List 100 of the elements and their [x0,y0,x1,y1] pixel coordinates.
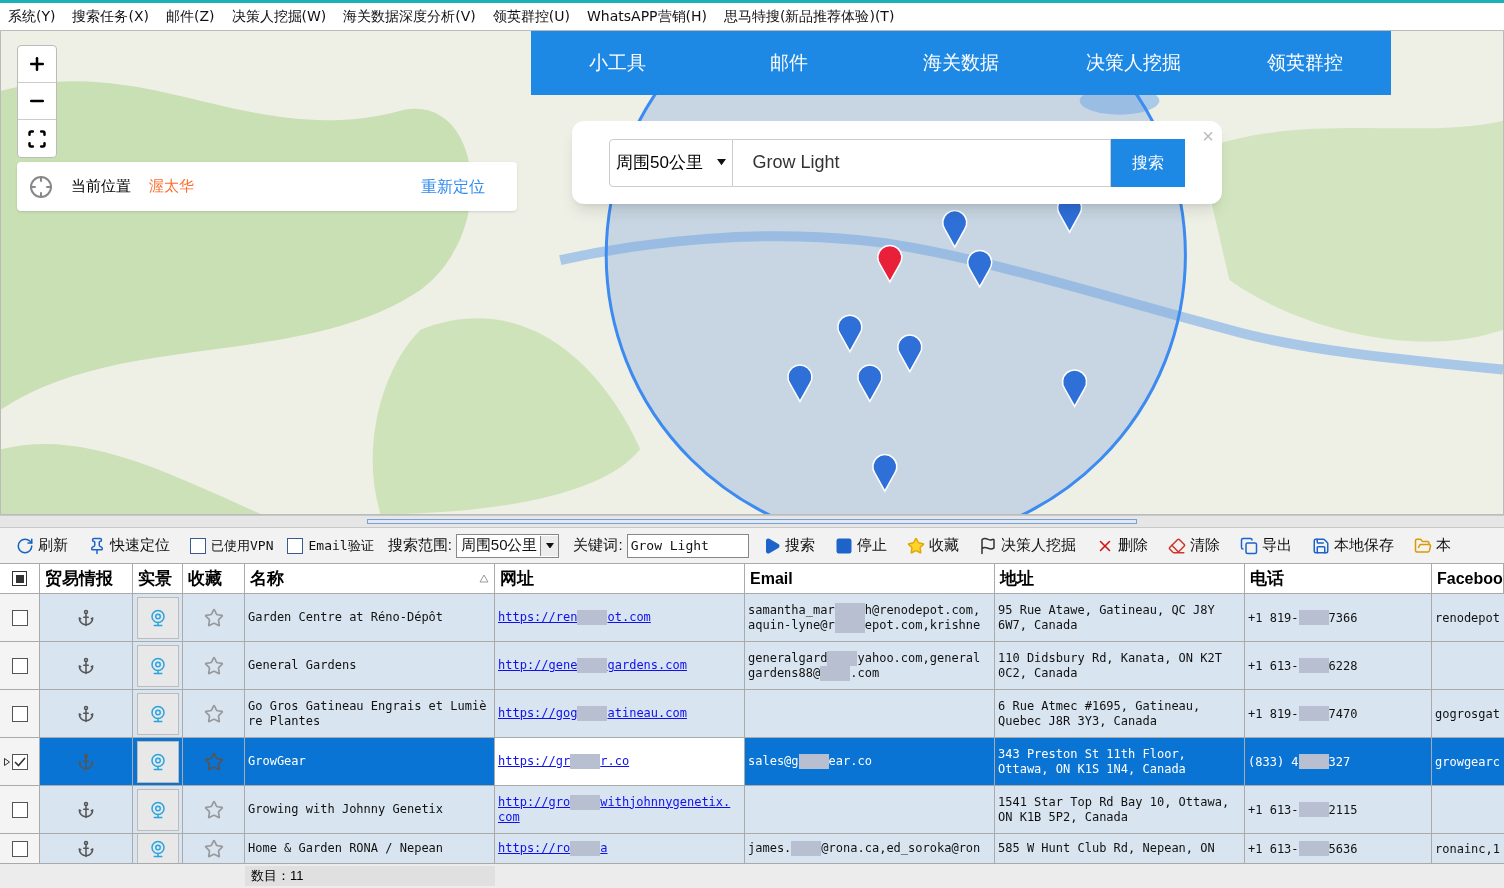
toolbar-button[interactable]: 搜索 [762,534,815,557]
row-pointer-icon [4,757,10,766]
blur-patch [827,650,858,666]
toolbar-button[interactable]: 导出 [1239,534,1292,557]
nav-tab[interactable]: 海关数据 [875,31,1047,95]
website-link[interactable]: a [600,841,608,855]
row-checkbox[interactable] [11,801,28,818]
webcam-button[interactable] [136,596,179,639]
webcam-button[interactable] [136,740,179,783]
website-link[interactable]: https://gr [498,754,571,768]
website-link[interactable]: withjohnnygenetix. [600,794,731,809]
blur-patch [1298,754,1329,769]
blur-patch [577,610,608,625]
table-row[interactable]: Growing with Johnny Genetix http://gro withjohnnygenetix. com 1541 Star Top Rd Bay 10, Ottawa, ON K1B 5P2, Canada +1 613- 2115 [0,786,1504,834]
webcam-icon [148,839,167,858]
toolbar-button[interactable]: 清除 [1167,534,1220,557]
address-text: 343 Preston St 11th Floor, Ottawa, ON K1S 1N4, Canada [998,746,1187,777]
company-name: Home & Garden RONA / Nepean [248,841,444,856]
table-row[interactable]: General Gardens http://gene gardens.com generalgard yahoo.com,general gardens88@ .com 110 Didsbury Rd, Kanata, ON K2T 0C2, Canada +1 613- 6228 [0,642,1504,690]
menu-item[interactable]: 搜索任务(X) [72,6,149,27]
anchor-icon[interactable] [77,704,95,723]
column-header[interactable]: 贸易情报 [45,565,113,592]
website-link[interactable]: r.co [600,754,630,768]
star-icon [906,536,925,555]
row-checkbox[interactable] [11,609,28,626]
toolbar-button[interactable]: 停止 [834,534,887,557]
menu-item[interactable]: WhatsAPP营销(H) [587,6,707,27]
website-link[interactable]: com [498,809,520,824]
splitter-handle[interactable] [367,519,1137,524]
row-checkbox[interactable] [11,753,28,770]
website-link[interactable]: https://gog [498,706,578,720]
toolbar-button[interactable]: 本地保存 [1311,534,1394,557]
pin-icon [88,536,106,555]
toolbar-button[interactable]: 删除 [1095,534,1148,557]
sort-icon[interactable] [479,574,489,583]
webcam-button[interactable] [136,834,179,863]
menu-item[interactable]: 海关数据深度分析(V) [343,6,476,27]
column-header[interactable]: 实景 [138,565,172,592]
menu-item[interactable]: 邮件(Z) [166,6,215,27]
toolbar-button[interactable]: 刷新 [16,534,68,557]
webcam-button[interactable] [136,788,179,831]
star-icon[interactable] [203,655,224,676]
search-button[interactable]: 搜索 [1111,138,1185,187]
row-checkbox[interactable] [11,840,28,857]
anchor-icon[interactable] [77,656,95,675]
nav-tab[interactable]: 领英群控 [1219,31,1391,95]
column-header[interactable]: 地址 [1000,565,1034,592]
column-header[interactable]: Faceboo [1437,566,1503,591]
webcam-button[interactable] [136,692,179,735]
menu-item[interactable]: 领英群控(U) [492,6,570,27]
column-header[interactable]: Email [750,566,793,591]
toolbar-button[interactable]: 本 [1413,534,1451,557]
menu-item[interactable]: 思马特搜(新品推荐体验)(T) [724,6,895,27]
webcam-icon [148,752,167,771]
anchor-icon[interactable] [77,839,95,858]
nav-tab[interactable]: 邮件 [703,31,875,95]
relocate-link[interactable]: 重新定位 [421,174,485,199]
range-select[interactable]: 周围50公里 [609,138,733,187]
toolbar-checkbox[interactable]: Email验证 [287,535,374,556]
facebook-text: gogrosgat [1435,705,1501,723]
table-row[interactable]: GrowGear https://gr r.co sales@g ear.co 343 Preston St 11th Floor, Ottawa, ON K1S 1N4, Canada (833) 4 327 growgearc [0,738,1504,786]
eraser-icon [1167,536,1186,555]
facebook-text: ronainc,1 [1435,840,1501,858]
star-icon[interactable] [203,838,224,859]
keyword-field[interactable]: Grow Light [732,138,1112,187]
toolbar-button[interactable]: 收藏 [906,534,959,557]
menu-item[interactable]: 系统(Y) [8,6,56,27]
website-link[interactable]: https://ren [498,610,578,624]
website-link[interactable]: atineau.com [607,706,687,720]
menu-item[interactable]: 决策人挖掘(W) [231,6,327,27]
star-icon[interactable] [203,751,224,772]
nav-tab[interactable]: 决策人挖掘 [1047,31,1219,95]
webcam-button[interactable] [136,644,179,687]
column-header[interactable]: 名称 [250,565,284,592]
toolbar-checkbox[interactable]: 已使用VPN [190,535,274,556]
nav-tab[interactable]: 小工具 [531,31,703,95]
row-checkbox[interactable] [11,705,28,722]
keyword-field[interactable]: Grow Light [626,533,749,558]
website-link[interactable]: http://gene [498,658,578,672]
website-link[interactable]: gardens.com [607,658,687,672]
table-row[interactable]: Go Gros Gatineau Engrais et Lumière Plantes https://gog atineau.com 6 Rue Atmec #1695, Gatineau, Quebec J8R 3Y3, Canada +1 819- 7470 gogrosgat [0,690,1504,738]
website-link[interactable]: https://ro [498,841,571,855]
select-all-icon[interactable] [12,571,27,586]
range-select[interactable]: 周围50公里 [455,533,560,558]
column-header[interactable]: 网址 [500,565,534,592]
row-checkbox[interactable] [11,657,28,674]
column-header[interactable]: 收藏 [188,565,222,592]
star-icon[interactable] [203,607,224,628]
star-icon[interactable] [203,703,224,724]
anchor-icon[interactable] [77,608,95,627]
toolbar-button[interactable]: 决策人挖掘 [978,534,1076,557]
star-icon[interactable] [203,799,224,820]
website-link[interactable]: ot.com [607,610,651,624]
table-row[interactable]: Home & Garden RONA / Nepean https://ro a james. @rona.ca,ed_soroka@ron 585 W Hunt Club Rd, Nepean, ON +1 613- 5636 ronainc,1 [0,834,1504,864]
website-link[interactable]: http://gro [498,794,571,809]
blur-patch [1298,610,1329,625]
table-row[interactable]: Garden Centre at Réno-Dépôt https://ren ot.com samantha_mar h@renodepot.com, aquin-lyne@r epot.com,krishne 95 Rue Atawe, Gatineau, QC J8Y 6W7, Canada +1 819- 7366 renodepot [0,594,1504,642]
column-header[interactable]: 电话 [1250,565,1284,592]
anchor-icon[interactable] [77,800,95,819]
toolbar-button[interactable]: 快速定位 [88,534,170,557]
